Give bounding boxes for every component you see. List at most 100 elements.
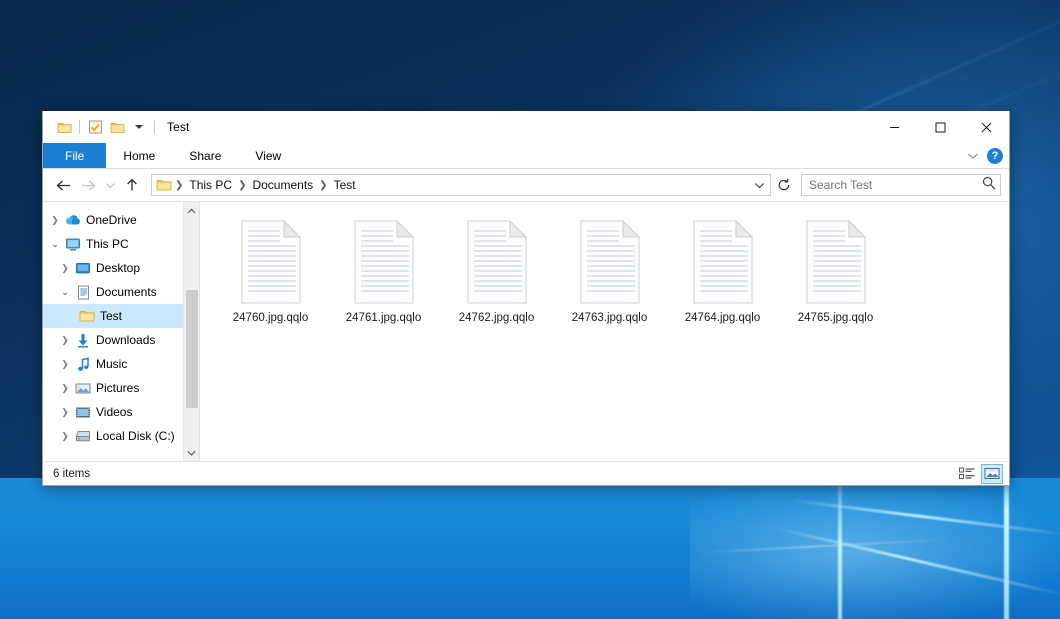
file-item[interactable]: 24760.jpg.qqlo	[214, 216, 327, 348]
chevron-right-icon[interactable]: ❯	[57, 383, 73, 394]
customize-dropdown-icon[interactable]	[128, 116, 150, 138]
history-chevron-down-icon[interactable]	[101, 173, 119, 197]
generic-document-icon	[351, 220, 417, 304]
scroll-up-icon[interactable]	[184, 202, 199, 219]
breadcrumb-folder-icon	[156, 178, 172, 192]
chevron-right-icon[interactable]: ❯	[57, 431, 73, 442]
forward-arrow-icon[interactable]	[76, 173, 100, 197]
chevron-right-icon[interactable]: ❯	[57, 263, 73, 274]
sidebar-item-label: This PC	[83, 237, 129, 251]
tab-view[interactable]: View	[238, 143, 298, 169]
folder-icon	[77, 309, 97, 323]
tab-share[interactable]: Share	[172, 143, 238, 169]
refresh-icon[interactable]	[772, 174, 796, 196]
minimize-icon[interactable]	[871, 111, 917, 143]
details-view-icon[interactable]	[956, 464, 978, 484]
documents-icon	[73, 285, 93, 300]
sidebar-item-label: Pictures	[93, 381, 139, 395]
back-arrow-icon[interactable]	[51, 173, 75, 197]
breadcrumb-test[interactable]: Test	[329, 178, 361, 192]
file-name-label: 24761.jpg.qqlo	[346, 312, 421, 324]
breadcrumb-separator: ❯	[237, 180, 247, 191]
item-count-label: 6 items	[53, 468, 90, 480]
file-list-view[interactable]: 24760.jpg.qqlo 24761.jpg.qqlo	[200, 202, 1009, 461]
monitor-icon	[63, 238, 83, 251]
file-item[interactable]: 24763.jpg.qqlo	[553, 216, 666, 348]
view-mode-buttons	[956, 464, 1003, 484]
file-item[interactable]: 24765.jpg.qqlo	[779, 216, 892, 348]
scroll-down-icon[interactable]	[184, 444, 199, 461]
large-icons-view-icon[interactable]	[981, 464, 1003, 484]
generic-document-icon	[238, 220, 304, 304]
tab-home[interactable]: Home	[106, 143, 172, 169]
chevron-right-icon[interactable]: ❯	[57, 407, 73, 418]
sidebar-item-label: OneDrive	[83, 213, 137, 227]
breadcrumb-this-pc[interactable]: This PC	[184, 178, 237, 192]
download-icon	[73, 333, 93, 348]
chevron-down-icon[interactable]: ⌄	[47, 239, 63, 250]
file-name-label: 24764.jpg.qqlo	[685, 312, 760, 324]
title-bar: Test	[43, 111, 1009, 143]
sidebar-item-this-pc[interactable]: ⌄ This PC	[43, 232, 199, 256]
sidebar-item-label: Music	[93, 357, 127, 371]
file-explorer-window: Test File Home Share View	[42, 111, 1010, 486]
address-bar: ❯ This PC ❯ Documents ❯ Test	[43, 169, 1009, 201]
sidebar-item-label: Test	[97, 309, 122, 323]
pictures-icon	[73, 382, 93, 395]
sidebar-item-downloads[interactable]: ❯ Downloads	[43, 328, 199, 352]
sidebar-item-documents[interactable]: ⌄ Documents	[43, 280, 199, 304]
sidebar-item-test[interactable]: Test	[43, 304, 199, 328]
sidebar-item-label: Desktop	[93, 261, 140, 275]
sidebar-item-music[interactable]: ❯ Music	[43, 352, 199, 376]
ribbon-tabs: File Home Share View ?	[43, 143, 1009, 169]
sidebar-scrollbar[interactable]	[183, 202, 199, 461]
maximize-icon[interactable]	[917, 111, 963, 143]
file-name-label: 24765.jpg.qqlo	[798, 312, 873, 324]
breadcrumb-bar[interactable]: ❯ This PC ❯ Documents ❯ Test	[151, 174, 771, 196]
breadcrumb-separator: ❯	[318, 180, 328, 191]
sidebar-item-pictures[interactable]: ❯ Pictures	[43, 376, 199, 400]
tab-file[interactable]: File	[43, 143, 106, 169]
up-arrow-icon[interactable]	[120, 173, 144, 197]
sidebar-item-label: Documents	[93, 285, 157, 299]
status-bar: 6 items	[43, 461, 1009, 485]
window-title: Test	[167, 120, 189, 134]
music-icon	[73, 357, 93, 372]
breadcrumb-separator: ❯	[174, 180, 184, 191]
chevron-down-icon[interactable]	[967, 147, 979, 165]
chevron-right-icon[interactable]: ❯	[47, 215, 63, 226]
sidebar-item-label: Videos	[93, 405, 132, 419]
navigation-pane: ❯ OneDrive ⌄	[43, 202, 200, 461]
explorer-body: ❯ OneDrive ⌄	[43, 201, 1009, 461]
disk-icon	[73, 430, 93, 442]
ribbon-divider	[43, 168, 1009, 169]
scrollbar-thumb[interactable]	[186, 290, 198, 408]
close-icon[interactable]	[963, 111, 1009, 143]
file-name-label: 24762.jpg.qqlo	[459, 312, 534, 324]
quick-access-toolbar: Test	[43, 116, 189, 138]
search-box[interactable]	[801, 174, 1001, 196]
window-controls	[871, 111, 1009, 143]
sidebar-item-desktop[interactable]: ❯ Desktop	[43, 256, 199, 280]
desktop-icon	[73, 262, 93, 275]
file-item[interactable]: 24764.jpg.qqlo	[666, 216, 779, 348]
breadcrumb-documents[interactable]: Documents	[247, 178, 318, 192]
chevron-right-icon[interactable]: ❯	[57, 359, 73, 370]
ribbon-right-controls: ?	[967, 143, 1003, 169]
toolbar-separator	[154, 120, 155, 134]
search-icon[interactable]	[982, 176, 996, 195]
folder-icon[interactable]	[53, 116, 75, 138]
search-input[interactable]	[809, 178, 982, 192]
file-item[interactable]: 24762.jpg.qqlo	[440, 216, 553, 348]
sidebar-item-onedrive[interactable]: ❯ OneDrive	[43, 208, 199, 232]
address-chevron-down-icon[interactable]	[750, 182, 768, 189]
help-icon[interactable]: ?	[987, 148, 1003, 164]
cloud-icon	[63, 214, 83, 226]
properties-checkbox-icon[interactable]	[84, 116, 106, 138]
chevron-down-icon[interactable]: ⌄	[57, 287, 73, 298]
sidebar-item-local-disk-c[interactable]: ❯ Local Disk (C:)	[43, 424, 199, 448]
sidebar-item-videos[interactable]: ❯ Videos	[43, 400, 199, 424]
file-item[interactable]: 24761.jpg.qqlo	[327, 216, 440, 348]
new-folder-icon[interactable]	[106, 116, 128, 138]
chevron-right-icon[interactable]: ❯	[57, 335, 73, 346]
